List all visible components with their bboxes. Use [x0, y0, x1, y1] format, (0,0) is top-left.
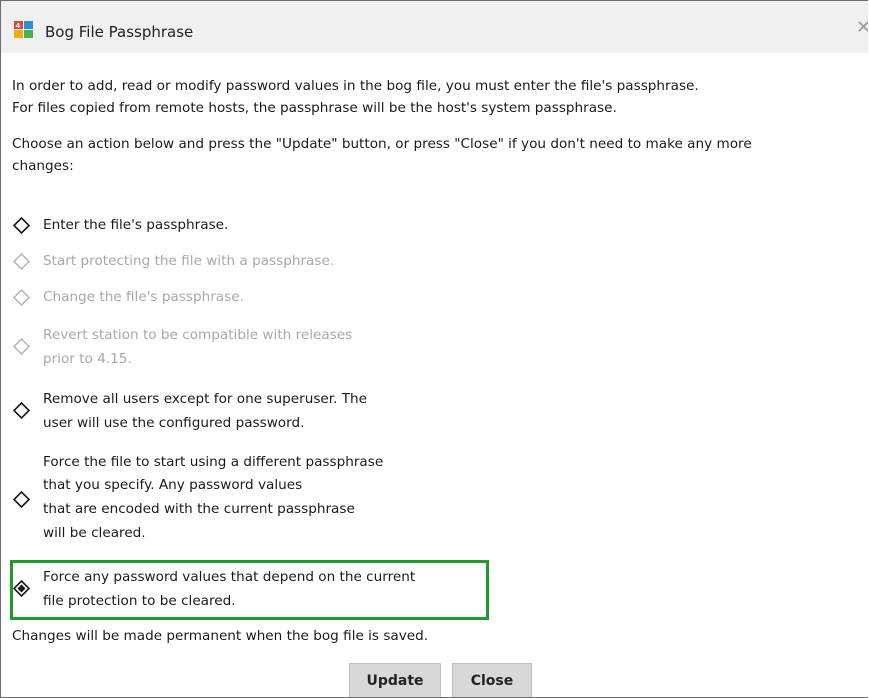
instruction-line-2: changes:: [12, 158, 74, 174]
svg-text:4: 4: [16, 22, 21, 30]
option-label: that you specify. Any password values: [43, 477, 303, 493]
close-button[interactable]: Close: [452, 663, 532, 697]
option-label: Change the file's passphrase.: [43, 289, 244, 305]
bog-file-passphrase-dialog: 4 Bog File Passphrase ✕ In order to add,…: [0, 0, 868, 698]
radio-diamond-icon: [13, 289, 30, 306]
option-label: file protection to be cleared.: [43, 593, 236, 609]
option-label: Force any password values that depend on…: [43, 569, 416, 585]
close-window-icon[interactable]: ✕: [856, 19, 868, 37]
radio-diamond-selected-icon: [12, 579, 31, 598]
option-label: Force the file to start using a differen…: [43, 454, 384, 470]
window-title: Bog File Passphrase: [45, 23, 194, 41]
option-label: Revert station to be compatible with rel…: [43, 327, 353, 343]
title-bar: 4 Bog File Passphrase ✕: [1, 1, 868, 53]
update-button[interactable]: Update: [349, 663, 441, 697]
radio-diamond-icon: [12, 401, 31, 420]
option-label: Start protecting the file with a passphr…: [43, 253, 335, 269]
radio-diamond-icon: [13, 253, 30, 270]
app-logo-icon: 4: [14, 21, 33, 38]
option-label: will be cleared.: [43, 525, 146, 541]
intro-line-2: For files copied from remote hosts, the …: [12, 100, 617, 116]
footer-note: Changes will be made permanent when the …: [12, 628, 429, 644]
intro-line-1: In order to add, read or modify password…: [12, 78, 699, 94]
radio-diamond-icon: [13, 338, 30, 355]
radio-diamond-icon: [12, 490, 31, 509]
instruction-line-1: Choose an action below and press the "Up…: [12, 136, 752, 152]
option-label: user will use the configured password.: [43, 415, 305, 431]
radio-diamond-icon: [12, 216, 31, 235]
option-label: that are encoded with the current passph…: [43, 501, 355, 517]
option-label: prior to 4.15.: [43, 351, 132, 367]
option-label: Enter the file's passphrase.: [43, 217, 229, 233]
option-label: Remove all users except for one superuse…: [43, 391, 368, 407]
